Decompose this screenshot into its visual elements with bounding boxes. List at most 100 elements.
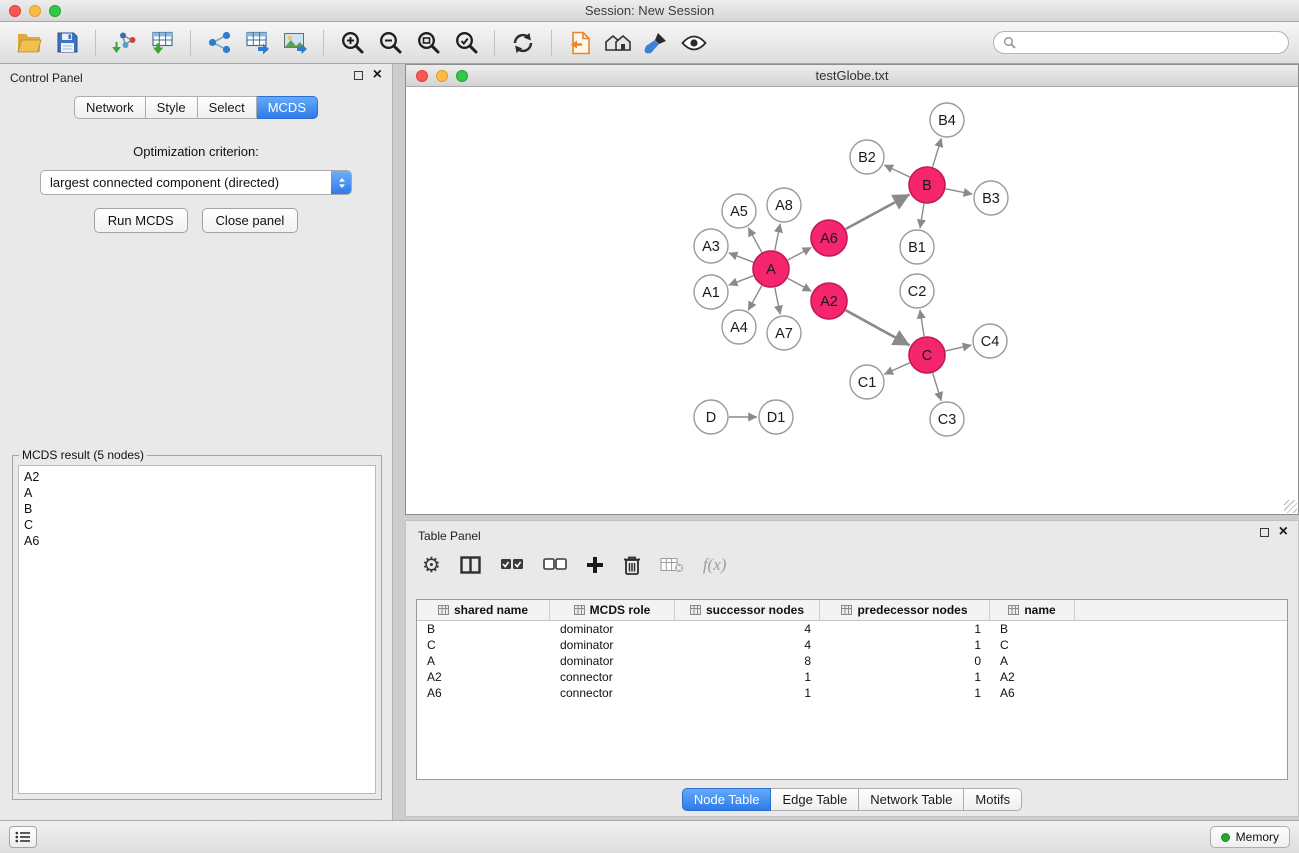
save-session-button[interactable] xyxy=(51,26,83,60)
graph-node-D[interactable]: D xyxy=(694,400,728,434)
table-row[interactable]: Cdominator41C xyxy=(417,637,1287,653)
table-cell[interactable]: 1 xyxy=(675,669,820,685)
search-field[interactable] xyxy=(993,31,1289,54)
mcds-result-item[interactable]: A2 xyxy=(24,469,370,485)
select-all-columns-button[interactable] xyxy=(500,558,524,572)
graph-edge-B-B1[interactable] xyxy=(920,204,924,228)
column-header-shared-name[interactable]: shared name xyxy=(417,600,550,620)
style-brush-button[interactable] xyxy=(640,26,672,60)
graph-node-B3[interactable]: B3 xyxy=(974,181,1008,215)
zoom-in-button[interactable] xyxy=(336,26,368,60)
table-row[interactable]: Bdominator41B xyxy=(417,621,1287,637)
function-builder-button[interactable]: f(x) xyxy=(703,555,727,575)
column-header-mcds-role[interactable]: MCDS role xyxy=(550,600,675,620)
column-header-name[interactable]: name xyxy=(990,600,1075,620)
table-cell[interactable]: 1 xyxy=(820,669,990,685)
table-row[interactable]: A2connector11A2 xyxy=(417,669,1287,685)
network-minimize-button[interactable] xyxy=(436,70,448,82)
graph-edge-A2-C[interactable] xyxy=(846,310,910,345)
table-row[interactable]: Adominator80A xyxy=(417,653,1287,669)
table-cell[interactable]: 1 xyxy=(820,637,990,653)
graph-node-A8[interactable]: A8 xyxy=(767,188,801,222)
home-view-button[interactable] xyxy=(602,26,634,60)
table-cell[interactable]: 1 xyxy=(820,685,990,701)
export-table-button[interactable] xyxy=(241,26,273,60)
table-cell[interactable]: connector xyxy=(550,685,675,701)
close-panel-button[interactable]: Close panel xyxy=(202,208,299,233)
float-panel-icon[interactable] xyxy=(354,71,363,80)
column-header-successor-nodes[interactable]: successor nodes xyxy=(675,600,820,620)
graph-node-B4[interactable]: B4 xyxy=(930,103,964,137)
open-session-button[interactable] xyxy=(13,26,45,60)
mcds-result-item[interactable]: C xyxy=(24,517,370,533)
table-cell[interactable]: 1 xyxy=(820,621,990,637)
minimize-window-button[interactable] xyxy=(29,5,41,17)
table-cell[interactable]: C xyxy=(990,637,1075,653)
window-titlebar[interactable]: Session: New Session xyxy=(0,0,1299,22)
table-cell[interactable]: C xyxy=(417,637,550,653)
table-cell[interactable]: A2 xyxy=(417,669,550,685)
table-cell[interactable]: 4 xyxy=(675,621,820,637)
export-network-button[interactable] xyxy=(203,26,235,60)
task-history-button[interactable] xyxy=(9,826,37,848)
tab-select[interactable]: Select xyxy=(198,96,257,119)
graph-edge-B-B2[interactable] xyxy=(884,165,910,177)
import-network-button[interactable] xyxy=(108,26,140,60)
table-cell[interactable]: A xyxy=(990,653,1075,669)
graph-node-A2[interactable]: A2 xyxy=(811,283,847,319)
table-cell[interactable]: dominator xyxy=(550,621,675,637)
network-close-button[interactable] xyxy=(416,70,428,82)
graph-edge-C-C1[interactable] xyxy=(884,363,909,374)
add-column-button[interactable] xyxy=(586,556,604,574)
close-panel-icon[interactable]: × xyxy=(373,70,382,80)
zoom-fit-button[interactable] xyxy=(412,26,444,60)
graph-node-B1[interactable]: B1 xyxy=(900,230,934,264)
graph-node-A1[interactable]: A1 xyxy=(694,275,728,309)
tab-motifs[interactable]: Motifs xyxy=(964,788,1022,811)
search-input[interactable] xyxy=(1021,35,1279,50)
table-cell[interactable]: connector xyxy=(550,669,675,685)
tab-network[interactable]: Network xyxy=(74,96,146,119)
memory-button[interactable]: Memory xyxy=(1210,826,1290,848)
mcds-result-item[interactable]: A6 xyxy=(24,533,370,549)
graph-node-B[interactable]: B xyxy=(909,167,945,203)
delete-table-button[interactable] xyxy=(660,557,684,573)
graph-edge-C-C2[interactable] xyxy=(920,310,924,336)
table-cell[interactable]: A6 xyxy=(417,685,550,701)
graph-edge-A-A5[interactable] xyxy=(748,228,762,253)
close-table-panel-icon[interactable]: × xyxy=(1279,527,1288,537)
graph-edge-A-A3[interactable] xyxy=(729,253,754,262)
graph-edge-A-A4[interactable] xyxy=(748,286,762,311)
graph-edge-C-C4[interactable] xyxy=(946,345,972,351)
tab-mcds[interactable]: MCDS xyxy=(257,96,318,119)
table-cell[interactable]: A xyxy=(417,653,550,669)
zoom-window-button[interactable] xyxy=(49,5,61,17)
graph-edge-B-B3[interactable] xyxy=(946,189,973,194)
graph-node-D1[interactable]: D1 xyxy=(759,400,793,434)
export-image-button[interactable] xyxy=(279,26,311,60)
table-cell[interactable]: B xyxy=(990,621,1075,637)
tab-node-table[interactable]: Node Table xyxy=(682,788,772,811)
table-cell[interactable]: 1 xyxy=(675,685,820,701)
zoom-out-button[interactable] xyxy=(374,26,406,60)
column-header-predecessor-nodes[interactable]: predecessor nodes xyxy=(820,600,990,620)
tab-style[interactable]: Style xyxy=(146,96,198,119)
network-window-titlebar[interactable]: testGlobe.txt xyxy=(406,65,1298,87)
graph-edge-A-A8[interactable] xyxy=(775,224,780,251)
mcds-result-list[interactable]: A2ABCA6 xyxy=(18,465,376,794)
table-row[interactable]: A6connector11A6 xyxy=(417,685,1287,701)
graph-node-A7[interactable]: A7 xyxy=(767,316,801,350)
table-cell[interactable]: A2 xyxy=(990,669,1075,685)
tab-network-table[interactable]: Network Table xyxy=(859,788,964,811)
table-cell[interactable]: dominator xyxy=(550,637,675,653)
tab-edge-table[interactable]: Edge Table xyxy=(771,788,859,811)
graph-node-C4[interactable]: C4 xyxy=(973,324,1007,358)
network-zoom-button[interactable] xyxy=(456,70,468,82)
mcds-result-item[interactable]: A xyxy=(24,485,370,501)
import-table-button[interactable] xyxy=(146,26,178,60)
close-window-button[interactable] xyxy=(9,5,21,17)
toggle-column-panel-button[interactable] xyxy=(460,556,481,574)
graph-edge-A-A2[interactable] xyxy=(788,278,812,291)
table-cell[interactable]: B xyxy=(417,621,550,637)
graph-node-C3[interactable]: C3 xyxy=(930,402,964,436)
